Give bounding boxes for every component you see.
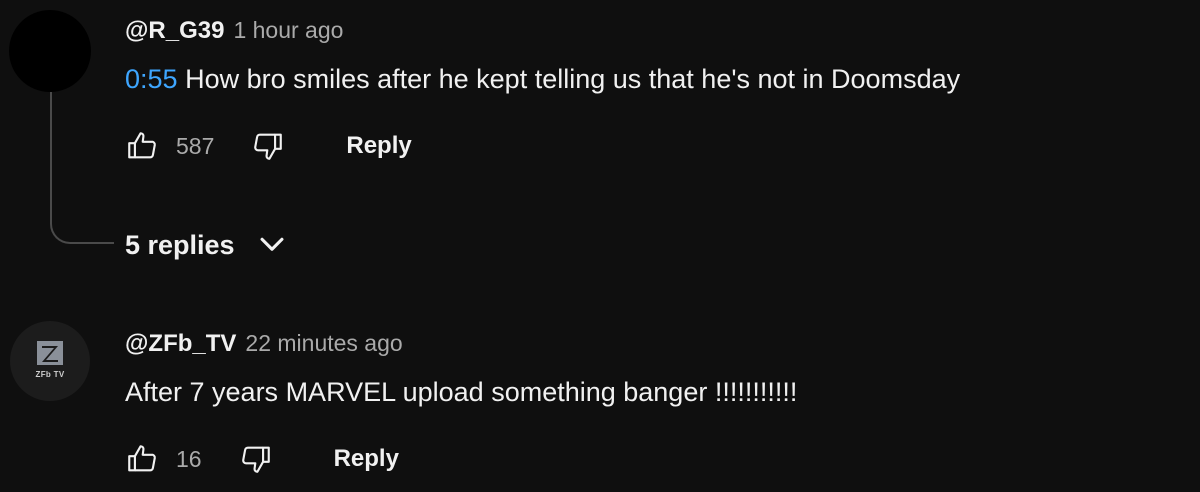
- comment-text: After 7 years MARVEL upload something ba…: [125, 377, 798, 407]
- view-replies-button[interactable]: 5 replies: [125, 228, 289, 262]
- dislike-button[interactable]: [248, 126, 288, 166]
- comment-time[interactable]: 1 hour ago: [233, 17, 343, 44]
- chevron-down-icon: [260, 237, 284, 251]
- like-count: 16: [176, 445, 202, 472]
- thumbs-down-icon: [241, 446, 270, 473]
- reply-button[interactable]: Reply: [346, 132, 411, 160]
- avatar-logo-text: ZFb TV: [35, 370, 65, 379]
- comment-author-handle[interactable]: @R_G39: [125, 17, 224, 45]
- comment-actions: 587 Reply: [122, 126, 412, 166]
- comment-header: @ZFb_TV 22 minutes ago: [125, 330, 403, 358]
- comment-text: 0:55 How bro smiles after he kept tellin…: [125, 64, 960, 95]
- avatar-zfb-tv[interactable]: ZFb TV: [10, 321, 90, 401]
- comment-author-handle[interactable]: @ZFb_TV: [125, 330, 236, 358]
- like-count: 587: [176, 132, 215, 159]
- comment-body: How bro smiles after he kept telling us …: [177, 64, 961, 94]
- comment-time[interactable]: 22 minutes ago: [245, 330, 402, 357]
- comments-section: @R_G39 1 hour ago 0:55 How bro smiles af…: [0, 0, 1200, 492]
- zfb-tv-logo-icon: [37, 341, 63, 365]
- reply-button[interactable]: Reply: [334, 445, 399, 473]
- comment-header: @R_G39 1 hour ago: [125, 17, 343, 45]
- avatar-r-g39[interactable]: [9, 10, 91, 92]
- dislike-button[interactable]: [236, 439, 276, 479]
- like-button[interactable]: [122, 126, 162, 166]
- comment-actions: 16 Reply: [122, 439, 399, 479]
- thumbs-up-icon: [128, 132, 156, 159]
- thumbs-up-icon: [128, 445, 156, 472]
- thread-connector-line: [50, 92, 114, 244]
- thumbs-down-icon: [254, 133, 283, 160]
- video-timestamp-link[interactable]: 0:55: [125, 64, 178, 94]
- like-button[interactable]: [122, 439, 162, 479]
- replies-count-label: 5 replies: [125, 229, 235, 260]
